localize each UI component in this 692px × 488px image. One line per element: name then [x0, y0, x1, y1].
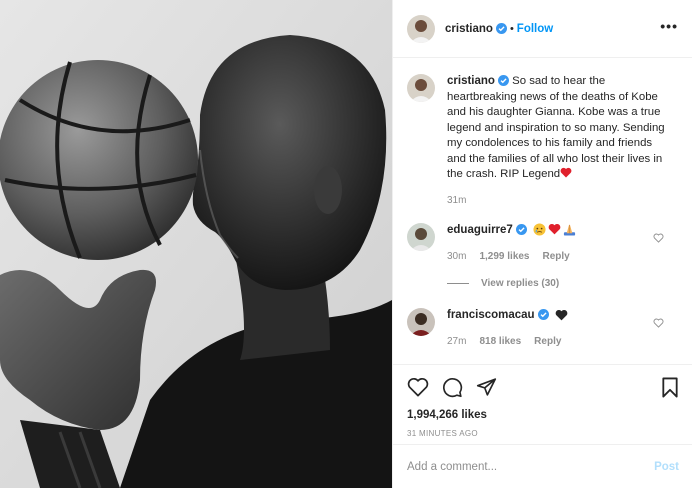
- view-replies-button[interactable]: View replies (30): [447, 278, 678, 289]
- post-actions: 1,994,266 likes 31 MINUTES AGO: [393, 364, 692, 444]
- comment-emojis: [533, 223, 576, 236]
- header-username[interactable]: cristiano: [445, 23, 493, 35]
- post-timestamp[interactable]: 31 MINUTES AGO: [407, 429, 679, 438]
- post-comment-button[interactable]: Post: [654, 461, 679, 473]
- comment-time[interactable]: 27m: [447, 334, 466, 350]
- heart-icon: [407, 377, 429, 397]
- post-side-panel: cristiano • Follow ••• cristiano So sad …: [392, 0, 692, 488]
- avatar[interactable]: [407, 14, 435, 43]
- comment-likes[interactable]: 1,299 likes: [479, 249, 529, 265]
- user-avatar-icon: [407, 74, 435, 102]
- user-avatar-icon: [407, 308, 435, 336]
- like-comment-heart-icon[interactable]: [653, 233, 664, 243]
- like-button[interactable]: [407, 377, 429, 397]
- comment-likes[interactable]: 818 likes: [479, 334, 521, 350]
- verified-badge-icon: [537, 309, 549, 320]
- avatar[interactable]: [407, 74, 435, 102]
- verified-badge-icon: [515, 224, 527, 235]
- view-replies-label: View replies (30): [481, 278, 560, 289]
- action-icons: [407, 375, 679, 399]
- post-header: cristiano • Follow •••: [393, 0, 692, 58]
- user-avatar-icon: [407, 14, 435, 43]
- like-comment-heart-icon[interactable]: [653, 318, 664, 328]
- comment-bubble-icon: [443, 377, 463, 397]
- comment-button[interactable]: [442, 377, 463, 398]
- likes-count[interactable]: 1,994,266 likes: [407, 409, 679, 421]
- avatar[interactable]: [407, 223, 435, 251]
- caption-text: So sad to hear the heartbreaking news of…: [447, 75, 665, 180]
- comment-username[interactable]: franciscomacau: [447, 309, 535, 321]
- comment-emojis: [555, 309, 568, 321]
- comments-list[interactable]: cristiano So sad to hear the heartbreaki…: [393, 58, 692, 364]
- save-button[interactable]: [661, 377, 679, 398]
- comment-username[interactable]: eduaguirre7: [447, 224, 513, 236]
- comment-body: eduaguirre7 30m 1,299 likes Reply: [447, 223, 667, 264]
- reply-button[interactable]: Reply: [543, 249, 570, 265]
- avatar[interactable]: [407, 308, 435, 336]
- header-user: cristiano • Follow: [445, 23, 553, 35]
- comment-meta: 27m 818 likes Reply: [447, 334, 667, 350]
- caption-time[interactable]: 31m: [447, 193, 466, 209]
- instagram-post: cristiano • Follow ••• cristiano So sad …: [0, 0, 692, 488]
- praying-hands-emoji-icon: [563, 224, 576, 236]
- comment-input[interactable]: [407, 460, 655, 473]
- replies-line: [447, 283, 469, 284]
- black-heart-emoji-icon: [555, 309, 568, 321]
- separator-dot: •: [509, 22, 514, 35]
- more-options-button[interactable]: •••: [660, 19, 678, 39]
- comment-item: franciscomacau 27m 818 likes Reply: [407, 308, 678, 349]
- comment-item: eduaguirre7 30m 1,299 likes Reply: [407, 223, 678, 264]
- caption-body: cristiano So sad to hear the heartbreaki…: [447, 74, 667, 208]
- caption: cristiano So sad to hear the heartbreaki…: [407, 74, 678, 208]
- share-button[interactable]: [476, 377, 497, 397]
- follow-button[interactable]: Follow: [517, 23, 553, 35]
- red-heart-emoji-icon: [548, 223, 561, 235]
- basketball-portrait-image: [0, 0, 392, 488]
- comment-body: franciscomacau 27m 818 likes Reply: [447, 308, 667, 349]
- bookmark-icon: [662, 377, 678, 397]
- caption-meta: 31m: [447, 193, 667, 209]
- verified-badge-icon: [495, 23, 507, 34]
- user-avatar-icon: [407, 223, 435, 251]
- caption-username[interactable]: cristiano: [447, 75, 495, 87]
- crying-face-emoji-icon: [533, 223, 546, 236]
- comment-time[interactable]: 30m: [447, 249, 466, 265]
- share-paper-plane-icon: [476, 378, 497, 396]
- reply-button[interactable]: Reply: [534, 334, 561, 350]
- add-comment-bar: Post: [393, 444, 692, 488]
- comment-meta: 30m 1,299 likes Reply: [447, 249, 667, 265]
- red-heart-emoji-icon: [560, 167, 572, 178]
- post-photo[interactable]: [0, 0, 392, 488]
- verified-badge-icon: [497, 75, 509, 86]
